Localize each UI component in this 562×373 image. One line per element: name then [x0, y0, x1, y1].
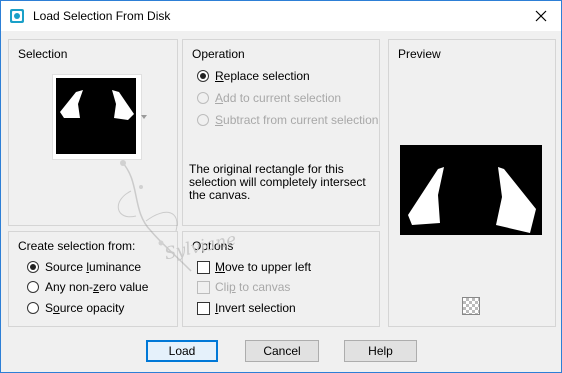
- load-button[interactable]: Load: [146, 340, 218, 362]
- option-label: Source luminance: [45, 260, 142, 274]
- selection-label: Selection: [18, 47, 68, 61]
- option-label: Source opacity: [45, 301, 125, 315]
- move-to-upper-left-checkbox[interactable]: Move to upper left: [197, 260, 311, 274]
- title-bar: Load Selection From Disk: [1, 1, 561, 31]
- create-from-label: Create selection from:: [18, 239, 136, 253]
- option-label: Move to upper left: [215, 260, 312, 274]
- selection-thumbnail-image: [56, 78, 136, 154]
- operation-label: Operation: [192, 47, 245, 61]
- close-icon: [535, 10, 547, 22]
- radio-button[interactable]: [197, 92, 209, 104]
- preview-image: [400, 145, 542, 235]
- checkbox[interactable]: [197, 260, 210, 274]
- radio-button[interactable]: [197, 114, 209, 126]
- option-label: Clip to canvas: [215, 280, 291, 294]
- radio-button[interactable]: [27, 261, 39, 273]
- selection-thumbnail[interactable]: [52, 74, 142, 160]
- option-label: Add to current selection: [215, 91, 342, 105]
- invert-selection-checkbox[interactable]: Invert selection: [197, 301, 296, 315]
- radio-button[interactable]: [27, 281, 39, 293]
- add-to-selection-radio[interactable]: Add to current selection: [197, 91, 341, 105]
- checkbox[interactable]: [197, 301, 210, 315]
- option-label: Replace selection: [215, 69, 310, 83]
- transparency-toggle-icon[interactable]: [462, 297, 480, 315]
- replace-selection-radio[interactable]: Replace selection: [197, 69, 310, 83]
- selection-group: Selection: [8, 39, 178, 226]
- help-button[interactable]: Help: [344, 340, 417, 362]
- load-selection-dialog: Load Selection From Disk Selection Opera…: [0, 0, 562, 373]
- preview-label: Preview: [398, 47, 441, 61]
- close-button[interactable]: [521, 1, 561, 31]
- clip-to-canvas-checkbox[interactable]: Clip to canvas: [197, 280, 290, 294]
- cancel-button[interactable]: Cancel: [245, 340, 319, 362]
- option-label: Invert selection: [215, 301, 296, 315]
- dialog-body: Selection Operation Replace selection Ad…: [1, 31, 561, 372]
- radio-button[interactable]: [27, 302, 39, 314]
- operation-info-text: The original rectangle for this selectio…: [189, 162, 366, 202]
- checkbox[interactable]: [197, 280, 210, 294]
- source-opacity-radio[interactable]: Source opacity: [27, 301, 124, 315]
- option-label: Any non-zero value: [45, 280, 149, 294]
- radio-button[interactable]: [197, 70, 209, 82]
- subtract-from-selection-radio[interactable]: Subtract from current selection: [197, 113, 378, 127]
- any-nonzero-value-radio[interactable]: Any non-zero value: [27, 280, 148, 294]
- app-icon: [9, 8, 25, 24]
- source-luminance-radio[interactable]: Source luminance: [27, 260, 141, 274]
- window-title: Load Selection From Disk: [33, 9, 171, 23]
- option-label: Subtract from current selection: [215, 113, 379, 127]
- dropdown-arrow-icon[interactable]: [141, 115, 147, 119]
